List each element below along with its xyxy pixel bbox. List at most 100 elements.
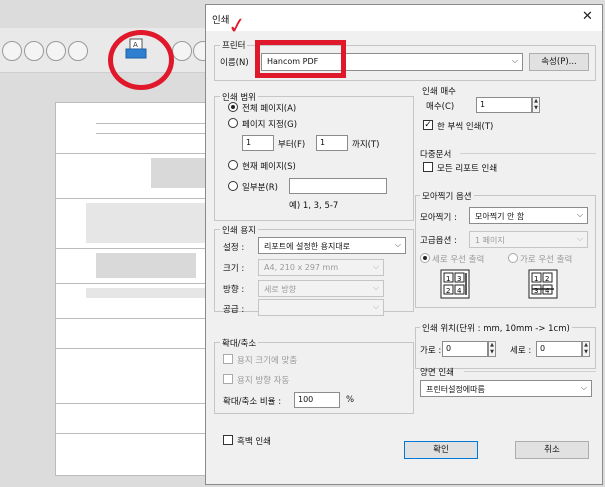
svg-text:4: 4: [457, 287, 462, 295]
dialog-title-bar: 인쇄 ✕: [206, 5, 602, 31]
partial-example-text: 예) 1, 3, 5-7: [289, 201, 339, 211]
auto-orient-checkbox[interactable]: [223, 374, 233, 384]
landscape-first-label: 가로 우선 출력: [520, 255, 573, 265]
position-v-label: 세로 :: [510, 346, 532, 356]
chevron-down-icon: ⌵: [576, 210, 583, 219]
partial-input[interactable]: [289, 178, 387, 194]
scale-ratio-input[interactable]: 100: [294, 392, 340, 408]
auto-orient-label: 용지 방향 자동: [237, 376, 290, 386]
duplex-value: 프린터설정에따름: [426, 385, 485, 394]
grayscale-label: 흑백 인쇄: [237, 437, 271, 447]
svg-text:3: 3: [457, 275, 461, 283]
paper-source-label: 공급 :: [223, 305, 245, 315]
paper-orientation-label: 방향 :: [223, 285, 245, 295]
svg-text:2: 2: [446, 287, 450, 295]
nup-advanced-select[interactable]: 1 페이지 ⌵: [469, 231, 588, 248]
fit-paper-label: 용지 크기에 맞춤: [237, 356, 298, 366]
svg-text:1: 1: [534, 275, 538, 283]
scale-group-label: 확대/축소: [220, 337, 259, 349]
document-preview: [55, 102, 207, 476]
portrait-order-icon: 1 3 2 4: [440, 269, 470, 299]
paper-orientation-value: 세로 방향: [264, 285, 296, 294]
chevron-down-icon: ⌵: [372, 302, 379, 311]
to-page-input[interactable]: 1: [316, 135, 348, 151]
close-icon[interactable]: ✕: [582, 9, 593, 24]
grayscale-checkbox[interactable]: [223, 435, 233, 445]
collate-label: 한 부씩 인쇄(T): [437, 122, 494, 132]
copies-group-label: 인쇄 매수: [422, 87, 456, 97]
current-page-radio[interactable]: [228, 160, 238, 170]
paper-size-select[interactable]: A4, 210 x 297 mm ⌵: [258, 259, 384, 276]
nup-advanced-value: 1 페이지: [475, 236, 505, 245]
chevron-down-icon: ⌵: [511, 56, 518, 65]
all-reports-checkbox[interactable]: [423, 162, 433, 172]
printer-name-label: 이름(N): [220, 58, 249, 68]
svg-text:3: 3: [534, 287, 538, 295]
divider: [460, 153, 596, 154]
partial-label: 일부분(R): [242, 183, 278, 193]
chevron-down-icon: ⌵: [576, 234, 583, 243]
nup-value: 모아찍기 안 함: [475, 212, 525, 221]
position-group-label: 인쇄 위치(단위 : mm, 10mm -> 1cm): [420, 322, 572, 334]
paper-size-label: 크기 :: [223, 264, 245, 274]
position-h-label: 가로 :: [420, 346, 442, 356]
paper-source-select[interactable]: ⌵: [258, 299, 384, 316]
landscape-first-radio[interactable]: [508, 253, 518, 263]
paper-group-label: 인쇄 용지: [220, 224, 258, 236]
to-page-label: 까지(T): [352, 140, 380, 150]
printer-group-label: 프린터: [220, 39, 248, 51]
from-page-input[interactable]: 1: [242, 135, 274, 151]
portrait-first-radio[interactable]: [420, 253, 430, 263]
all-reports-label: 모든 리포트 인쇄: [437, 164, 498, 174]
duplex-select[interactable]: 프린터설정에따름 ⌵: [420, 380, 592, 397]
chevron-down-icon: ⌵: [372, 262, 379, 271]
divider: [464, 371, 596, 372]
background-toolbar: A: [0, 28, 213, 73]
position-h-spinner[interactable]: ▲ ▼: [488, 341, 496, 357]
paper-setting-value: 리포트에 설정한 용지대로: [264, 242, 351, 251]
chevron-down-icon: ⌵: [580, 383, 587, 392]
position-v-spinner[interactable]: ▲ ▼: [582, 341, 590, 357]
scale-ratio-unit: %: [346, 395, 355, 405]
nup-select[interactable]: 모아찍기 안 함 ⌵: [469, 207, 588, 224]
page-range-label: 페이지 지정(G): [242, 120, 298, 130]
position-v-input[interactable]: 0: [536, 341, 582, 357]
cancel-button[interactable]: 취소: [515, 441, 589, 459]
nup-group-label: 모아찍기 옵션: [420, 190, 474, 202]
copies-input[interactable]: 1: [476, 97, 532, 113]
nup-advanced-label: 고급옵션 :: [420, 236, 457, 246]
paper-orientation-select[interactable]: 세로 방향 ⌵: [258, 280, 384, 297]
svg-text:1: 1: [446, 275, 450, 283]
multi-doc-group-label: 다중문서: [420, 150, 452, 160]
annotation-circle: [108, 30, 174, 90]
annotation-check-mark-icon: ✓: [226, 12, 249, 41]
nup-label: 모아찍기 :: [420, 213, 457, 223]
from-page-label: 부터(F): [278, 140, 306, 150]
paper-setting-label: 설정 :: [223, 243, 245, 253]
copies-label: 매수(C): [426, 102, 455, 112]
chevron-down-icon: ⌵: [372, 283, 379, 292]
duplex-group-label: 양면 인쇄: [420, 368, 454, 378]
toolbar-icon[interactable]: [46, 41, 66, 61]
toolbar-icon[interactable]: [2, 41, 22, 61]
portrait-first-label: 세로 우선 출력: [432, 255, 485, 265]
fit-paper-checkbox[interactable]: [223, 354, 233, 364]
position-h-input[interactable]: 0: [442, 341, 488, 357]
collate-checkbox[interactable]: ✓: [423, 120, 433, 130]
page-range-radio[interactable]: [228, 118, 238, 128]
copies-spinner[interactable]: ▲ ▼: [532, 97, 540, 113]
toolbar-icon[interactable]: [68, 41, 88, 61]
all-pages-radio[interactable]: [228, 102, 238, 112]
toolbar-icon[interactable]: [24, 41, 44, 61]
first-page-icon[interactable]: [172, 41, 192, 61]
current-page-label: 현재 페이지(S): [242, 162, 296, 172]
svg-text:4: 4: [545, 287, 550, 295]
ok-button[interactable]: 확인: [404, 441, 478, 459]
scale-ratio-label: 확대/축소 비율 :: [223, 397, 282, 407]
svg-text:2: 2: [545, 275, 549, 283]
printer-properties-button[interactable]: 속성(P)...: [529, 53, 589, 71]
annotation-rectangle: [255, 40, 346, 78]
partial-radio[interactable]: [228, 181, 238, 191]
paper-setting-select[interactable]: 리포트에 설정한 용지대로 ⌵: [258, 237, 406, 254]
chevron-down-icon: ⌵: [394, 240, 401, 249]
